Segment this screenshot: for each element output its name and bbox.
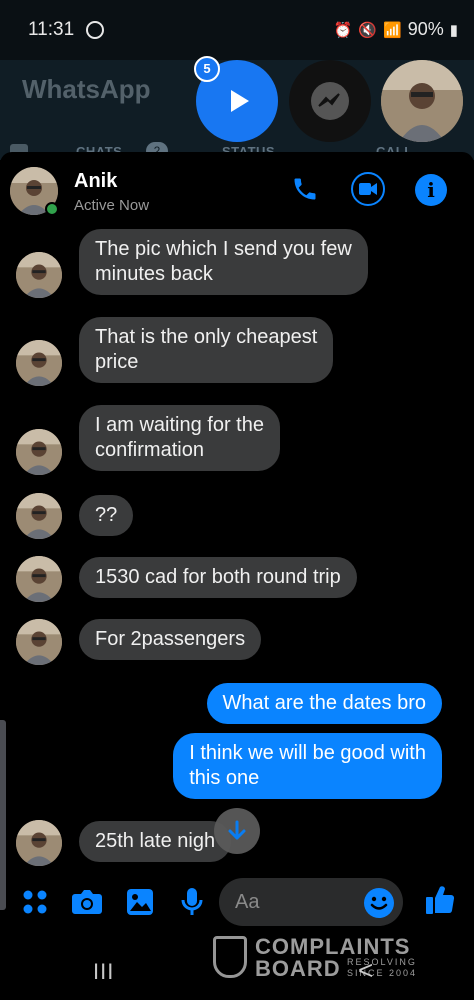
contact-status: Active Now — [74, 197, 150, 214]
message-line: price — [95, 351, 139, 373]
message-line: For 2passengers — [95, 628, 246, 650]
online-indicator — [45, 202, 59, 216]
camera-icon — [72, 890, 102, 914]
incoming-message[interactable]: 25th late nigh — [79, 821, 232, 862]
message-line: minutes back — [95, 263, 213, 285]
incoming-message[interactable]: I am waiting for the confirmation — [79, 405, 280, 471]
sender-avatar[interactable] — [16, 556, 62, 602]
play-icon — [230, 90, 249, 112]
arrow-down-icon — [228, 820, 246, 840]
microphone-icon — [181, 888, 203, 915]
contact-name[interactable]: Anik — [74, 170, 117, 193]
sender-avatar[interactable] — [16, 493, 62, 539]
complaints-board-watermark: COMPLAINTS BOARD RESOLVING SINCE 2004 — [213, 934, 433, 982]
messenger-icon — [311, 82, 349, 120]
composer-bar — [0, 868, 474, 937]
like-button[interactable] — [424, 884, 456, 916]
scroll-to-bottom-button[interactable] — [214, 808, 260, 854]
four-dots-icon — [23, 890, 47, 914]
sender-avatar[interactable] — [16, 340, 62, 386]
avatar — [16, 619, 62, 665]
incoming-message[interactable]: The pic which I send you few minutes bac… — [79, 229, 368, 295]
unread-badge: 5 — [194, 56, 220, 82]
sender-avatar[interactable] — [16, 820, 62, 866]
phone-icon — [294, 178, 316, 200]
camera-button[interactable] — [71, 886, 103, 918]
incoming-message[interactable]: ?? — [79, 495, 134, 536]
gallery-button[interactable] — [124, 886, 156, 918]
incoming-message[interactable]: That is the only cheapest price — [79, 317, 334, 383]
shield-logo-icon — [213, 936, 247, 978]
avatar — [16, 252, 62, 298]
contact-photo — [381, 60, 463, 142]
message-line: ?? — [95, 504, 118, 526]
battery-icon: ▮ — [449, 21, 458, 39]
info-button[interactable]: i — [415, 174, 447, 206]
video-call-button[interactable] — [351, 172, 385, 206]
more-actions-button[interactable] — [19, 886, 51, 918]
watermark-line2: BOARD — [255, 956, 341, 981]
wifi-icon: 📶 — [383, 21, 402, 39]
message-line: I am waiting for the — [95, 414, 264, 436]
watermark-tagline-1: RESOLVING — [347, 957, 417, 967]
info-icon: i — [427, 178, 435, 202]
whatsapp-title: WhatsApp — [22, 74, 151, 104]
message-line: I think we will be good with — [189, 742, 426, 764]
message-line: That is the only cheapest — [95, 326, 318, 348]
alarm-icon: ⏰ — [333, 21, 353, 39]
message-line: What are the dates bro — [222, 692, 426, 714]
message-line: 1530 cad for both round trip — [95, 566, 341, 588]
avatar — [16, 820, 62, 866]
messenger-notification-icon — [86, 21, 104, 39]
mute-icon: 🔇 — [358, 21, 378, 39]
sender-avatar[interactable] — [16, 619, 62, 665]
outgoing-message[interactable]: What are the dates bro — [206, 683, 442, 724]
message-line: confirmation — [95, 439, 204, 461]
edge-panel-handle[interactable] — [0, 720, 6, 910]
voice-call-button[interactable] — [288, 172, 322, 206]
contact-chat-head[interactable] — [381, 60, 463, 142]
incoming-message[interactable]: For 2passengers — [79, 619, 262, 660]
voice-message-button[interactable] — [176, 886, 208, 918]
incoming-message[interactable]: 1530 cad for both round trip — [79, 557, 357, 598]
status-icons: ⏰ 🔇 📶 90% ▮ — [334, 19, 458, 40]
message-line: this one — [189, 767, 260, 789]
image-icon — [127, 889, 153, 915]
smiley-icon — [370, 896, 388, 910]
status-time: 11:31 — [28, 19, 75, 40]
sender-avatar[interactable] — [16, 252, 62, 298]
battery-percent: 90% — [407, 19, 444, 39]
watermark-tagline-2: SINCE 2004 — [347, 968, 418, 978]
avatar — [16, 556, 62, 602]
status-bar: 11:31 ⏰ 🔇 📶 90% ▮ — [0, 0, 474, 60]
avatar — [16, 429, 62, 475]
message-line: 25th late nigh — [95, 830, 216, 852]
sender-avatar[interactable] — [16, 429, 62, 475]
avatar — [16, 493, 62, 539]
thumbs-up-icon — [426, 886, 455, 914]
emoji-button[interactable] — [364, 888, 394, 918]
avatar — [16, 340, 62, 386]
message-line: The pic which I send you few — [95, 238, 352, 260]
messenger-chat-head[interactable] — [289, 60, 371, 142]
outgoing-message[interactable]: I think we will be good with this one — [173, 733, 442, 799]
recents-button[interactable]: III — [93, 959, 114, 985]
video-camera-icon — [359, 183, 377, 195]
